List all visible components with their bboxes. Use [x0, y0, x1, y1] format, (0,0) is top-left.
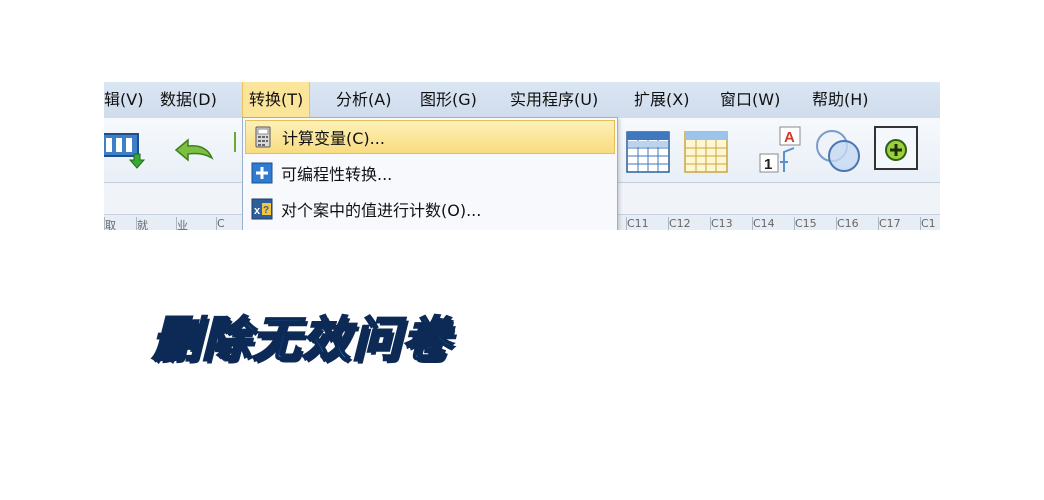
menu-analyze[interactable]: 分析(A) — [336, 82, 391, 118]
menu-item-programmability-transform[interactable]: 可编程性转换... — [245, 156, 615, 190]
column-header[interactable]: C16 — [836, 217, 877, 230]
caption-text: 删除无效问卷 — [151, 311, 453, 369]
transform-dropdown-menu: 计算变量(C)... 可编程性转换... x ? 对个案中的值进行计数(O)..… — [242, 117, 618, 230]
column-header[interactable]: C14 — [752, 217, 793, 230]
calculator-icon — [255, 126, 271, 148]
column-header[interactable]: C13 — [710, 217, 751, 230]
grid-table-icon[interactable] — [684, 130, 728, 174]
menu-item-label: 计算变量(C)... — [282, 129, 385, 148]
screenshot-stage: 辑(V) 数据(D) 转换(T) 分析(A) 图形(G) 实用程序(U) 扩展(… — [0, 0, 1044, 500]
menu-view[interactable]: 辑(V) — [104, 82, 143, 118]
menu-item-count-values[interactable]: x ? 对个案中的值进行计数(O)... — [245, 192, 615, 226]
column-header[interactable]: 业 — [176, 217, 215, 230]
menu-bar: 辑(V) 数据(D) 转换(T) 分析(A) 图形(G) 实用程序(U) 扩展(… — [104, 82, 940, 119]
column-header[interactable]: C1 — [920, 217, 940, 230]
column-header[interactable]: C11 — [626, 217, 667, 230]
svg-text:1: 1 — [764, 156, 772, 173]
menu-item-compute-variable[interactable]: 计算变量(C)... — [245, 120, 615, 154]
redo-icon-fragment[interactable] — [234, 132, 242, 152]
add-circle-button[interactable] — [874, 126, 918, 170]
column-header[interactable]: C12 — [668, 217, 709, 230]
value-labels-icon[interactable]: A 1 — [758, 126, 804, 176]
menu-item-label: 可编程性转换... — [281, 165, 393, 184]
menu-transform[interactable]: 转换(T) — [242, 82, 311, 118]
add-circle-icon — [885, 139, 907, 161]
menu-window[interactable]: 窗口(W) — [720, 82, 780, 118]
recall-dialog-icon[interactable] — [104, 130, 148, 170]
column-header[interactable]: 就 — [136, 217, 175, 230]
column-header[interactable]: C15 — [794, 217, 835, 230]
svg-text:?: ? — [263, 205, 269, 216]
svg-text:A: A — [784, 129, 795, 146]
menu-utilities[interactable]: 实用程序(U) — [510, 82, 598, 118]
plus-box-icon — [251, 162, 273, 184]
column-header[interactable]: C — [216, 217, 243, 230]
menu-graphs[interactable]: 图形(G) — [420, 82, 477, 118]
count-values-icon: x ? — [251, 198, 273, 220]
menu-data[interactable]: 数据(D) — [160, 82, 217, 118]
menu-help[interactable]: 帮助(H) — [812, 82, 869, 118]
venn-circles-icon[interactable] — [812, 124, 864, 176]
column-header[interactable]: 取 — [104, 217, 135, 230]
variables-table-icon[interactable] — [626, 130, 670, 174]
column-header[interactable]: C17 — [878, 217, 919, 230]
svg-text:x: x — [254, 205, 261, 217]
undo-icon[interactable] — [172, 138, 218, 164]
menu-item-label: 对个案中的值进行计数(O)... — [281, 201, 482, 220]
spss-window-crop: 辑(V) 数据(D) 转换(T) 分析(A) 图形(G) 实用程序(U) 扩展(… — [104, 82, 940, 230]
menu-extensions[interactable]: 扩展(X) — [634, 82, 689, 118]
